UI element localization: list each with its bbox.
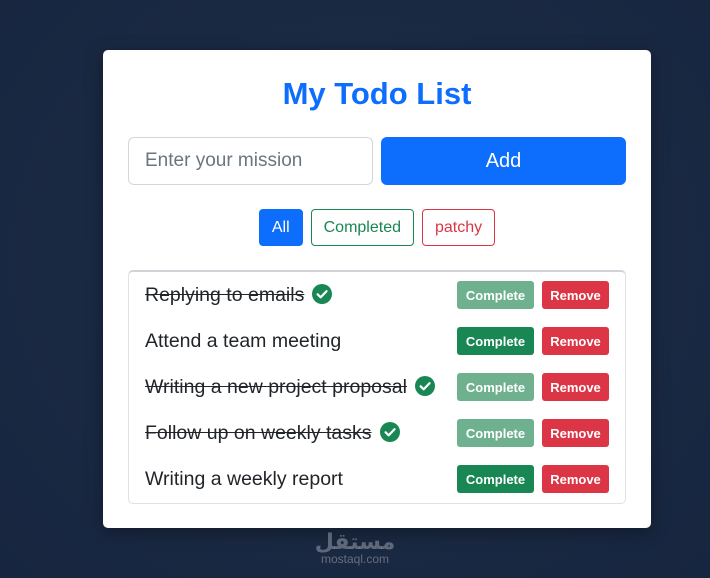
add-todo-form: Add: [128, 137, 626, 185]
todo-item: Writing a new project proposal Complete …: [129, 364, 625, 410]
todo-text-label: Writing a weekly report: [145, 468, 343, 490]
filter-group: All Completed patchy: [103, 209, 651, 247]
remove-button[interactable]: Remove: [542, 373, 609, 401]
todo-card: My Todo List Add AllCompletedpatchy Repl…: [103, 50, 651, 528]
todo-item: Writing a weekly report Complete Remove: [129, 456, 625, 502]
remove-button[interactable]: Remove: [542, 419, 609, 447]
filter-all-button[interactable]: All: [258, 209, 303, 246]
todo-text: Writing a weekly report: [145, 456, 343, 502]
remove-button[interactable]: Remove: [542, 281, 609, 309]
todo-item: Attend a team meeting Complete Remove: [129, 318, 625, 364]
filter-completed-button[interactable]: Completed: [310, 209, 414, 246]
todo-text: Follow up on weekly tasks: [145, 410, 400, 456]
complete-button[interactable]: Complete: [457, 373, 534, 401]
filter-patchy-button[interactable]: patchy: [422, 209, 496, 246]
page-title: My Todo List: [282, 76, 472, 111]
complete-button[interactable]: Complete: [457, 327, 534, 355]
todo-text-label: Follow up on weekly tasks: [145, 422, 372, 444]
todo-item: Replying to emails Complete Remove: [129, 272, 625, 318]
remove-button[interactable]: Remove: [542, 465, 609, 493]
complete-button[interactable]: Complete: [457, 419, 534, 447]
todo-list: Replying to emails Complete Remove Atten…: [128, 270, 626, 504]
todo-text-label: Writing a new project proposal: [145, 376, 407, 398]
remove-button[interactable]: Remove: [542, 327, 609, 355]
watermark-url: mostaql.com: [320, 552, 390, 566]
todo-text-label: Replying to emails: [145, 284, 305, 306]
complete-button[interactable]: Complete: [457, 465, 534, 493]
mostaql-watermark: مستقل mostaql.com: [290, 527, 420, 567]
check-circle-icon: [312, 284, 333, 304]
mostaql-logo-icon: مستقل: [315, 530, 395, 555]
todo-item: Follow up on weekly tasks Complete Remov…: [129, 410, 625, 456]
add-button[interactable]: Add: [381, 137, 626, 185]
todo-text: Writing a new project proposal: [145, 364, 435, 410]
check-circle-icon: [414, 376, 435, 396]
complete-button[interactable]: Complete: [457, 281, 534, 309]
todo-text: Attend a team meeting: [145, 318, 341, 364]
todo-text: Replying to emails: [145, 272, 333, 318]
check-circle-icon: [379, 422, 400, 442]
todo-text-label: Attend a team meeting: [145, 330, 342, 352]
mission-input[interactable]: [128, 137, 373, 185]
